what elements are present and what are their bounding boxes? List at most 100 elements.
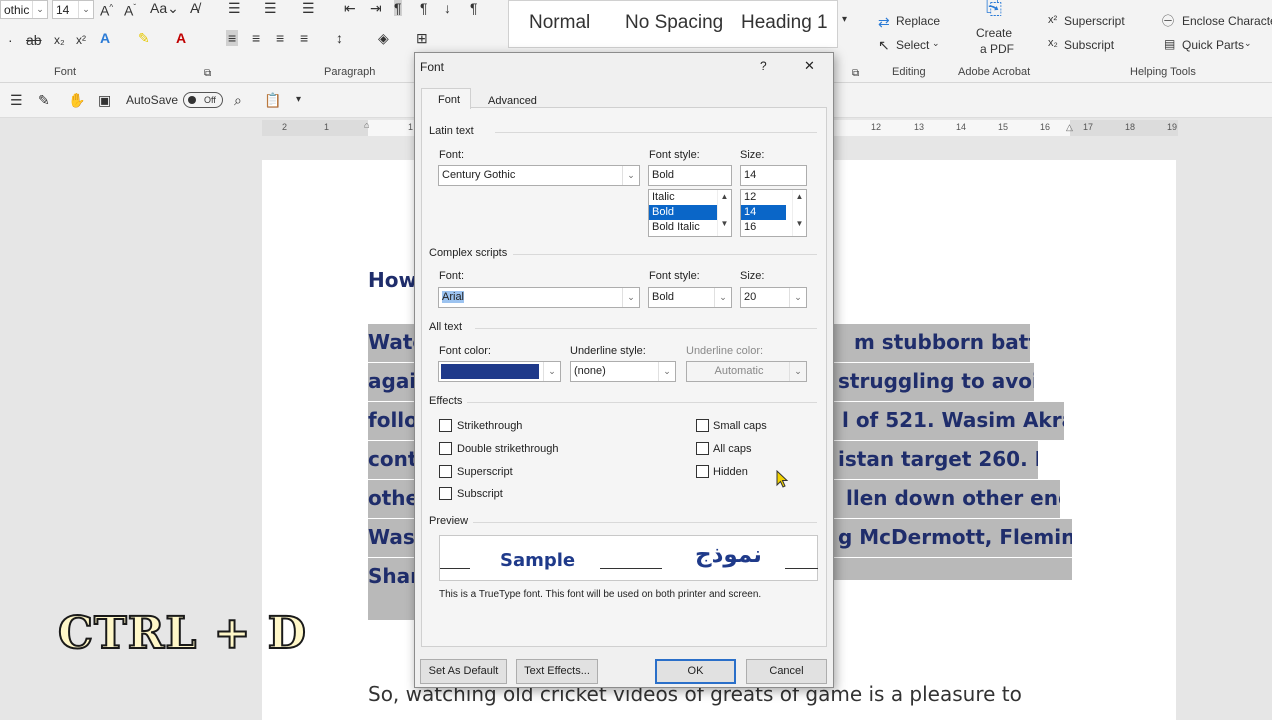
ltr-icon[interactable]: ¶ [394,0,402,16]
font-name-combo[interactable]: othic ⌄ [0,0,48,19]
styles-launcher-icon[interactable]: ⧉ [852,66,859,82]
font-color-icon[interactable]: A [176,30,186,46]
multilevel-list-icon[interactable]: ☰ [302,0,315,16]
style-heading-1[interactable]: Heading 1 [741,5,828,45]
underline-color-combo[interactable]: Automatic ⌄ [686,361,807,382]
doc-line-right[interactable]: istan target 260. But [834,441,1038,479]
scrollbar[interactable]: ▲ ▼ [717,190,731,236]
strikethrough-checkbox[interactable] [439,419,452,432]
sort-icon[interactable]: ↓ [444,0,451,16]
small-caps-checkbox[interactable] [696,419,709,432]
chevron-down-icon[interactable]: ⌄ [543,362,560,381]
change-case-icon[interactable]: Aa⌄ [150,0,179,16]
chevron-down-icon[interactable]: ⌄ [622,166,639,185]
clear-formatting-icon[interactable]: A̸ [190,0,199,16]
subscript-checkbox[interactable] [439,487,452,500]
latin-style-list[interactable]: Italic Bold Bold Italic ▲ ▼ [648,189,732,237]
right-indent-marker-icon[interactable]: △ [1066,122,1073,133]
doc-line-right[interactable]: l of 521. Wasim Akram [834,402,1064,440]
subscript-icon[interactable]: x₂ [54,32,65,48]
tab-advanced[interactable]: Advanced [488,95,537,107]
doc-line-left[interactable]: othe [368,480,416,518]
chevron-down-icon[interactable]: ⌄ [932,38,940,49]
create-pdf-line2[interactable]: a PDF [980,42,1014,56]
latin-style-input[interactable]: Bold [648,165,732,186]
chevron-down-icon[interactable]: ⌄ [658,362,675,381]
hidden-label[interactable]: Hidden [713,466,748,478]
enclose-button[interactable]: Enclose Characte [1182,14,1272,28]
replace-button[interactable]: Replace [896,14,940,28]
subscript-label[interactable]: Subscript [457,488,503,500]
doc-line-left[interactable]: agai [368,363,416,401]
doc-heading[interactable]: How [368,268,417,292]
complex-size-combo[interactable]: 20 ⌄ [740,287,807,308]
customize-qat-icon[interactable]: ▾ [296,92,301,108]
dialog-launcher-icon[interactable]: ⧉ [204,66,211,82]
align-center-icon[interactable]: ≡ [252,30,260,46]
all-caps-label[interactable]: All caps [713,443,752,455]
bullets-icon[interactable]: ☰ [228,0,241,16]
double-strikethrough-label[interactable]: Double strikethrough [457,443,559,455]
cursor-select-icon[interactable]: ↖ [878,37,890,53]
scroll-up-icon[interactable]: ▲ [793,192,806,201]
help-button[interactable]: ? [760,59,767,73]
show-marks-icon[interactable]: ¶ [470,0,478,16]
align-left-icon[interactable]: ≡ [226,30,239,46]
chevron-down-icon[interactable]: ⌄ [622,288,639,307]
doc-line-right[interactable]: llen down other ends. [834,480,1060,518]
doc-line-left[interactable]: cont [368,441,416,479]
align-right-icon[interactable]: ≡ [276,30,284,46]
strikethrough-icon[interactable]: ab [26,32,42,48]
touch-icon[interactable]: ✋ [68,92,85,108]
superscript-label[interactable]: Superscript [457,466,513,478]
highlight-icon[interactable]: ✎ [138,30,150,46]
menu-icon[interactable]: ☰ [10,92,23,108]
gallery-more-icon[interactable]: ▾ [842,12,847,28]
subscript-button[interactable]: Subscript [1064,38,1114,52]
chevron-down-icon[interactable]: ⌄ [789,362,806,381]
text-effects-button[interactable]: Text Effects... [516,659,598,684]
superscript-icon[interactable]: x² [76,32,86,48]
superscript-checkbox[interactable] [439,465,452,478]
borders-icon[interactable]: ⊞ [416,30,428,46]
picture-icon[interactable]: ▣ [98,92,111,108]
create-pdf-icon[interactable]: ⎘ [986,0,1002,18]
close-icon[interactable]: ✕ [804,58,815,74]
doc-line-left[interactable]: Shar [368,558,416,620]
small-caps-label[interactable]: Small caps [713,420,767,432]
chevron-down-icon[interactable]: ⌄ [78,1,93,18]
scrollbar[interactable]: ▲ ▼ [792,190,806,236]
tab-font[interactable]: Font [421,88,471,109]
doc-line-left[interactable]: follo [368,402,416,440]
style-normal[interactable]: Normal [529,5,590,45]
latin-font-combo[interactable]: Century Gothic ⌄ [438,165,640,186]
bullet-icon[interactable]: · [8,32,13,48]
select-button[interactable]: Select [896,38,929,52]
rtl-icon[interactable]: ¶ [420,0,428,16]
font-size-combo[interactable]: 14 ⌄ [52,0,94,19]
hidden-checkbox[interactable] [696,465,709,478]
all-caps-checkbox[interactable] [696,442,709,455]
list-item-selected[interactable]: 14 [741,205,786,220]
list-item-selected[interactable]: Bold [649,205,717,220]
ok-button[interactable]: OK [655,659,736,684]
chevron-down-icon[interactable]: ⌄ [32,1,47,18]
underline-style-combo[interactable]: (none) ⌄ [570,361,676,382]
font-color-picker[interactable]: ⌄ [438,361,561,382]
justify-icon[interactable]: ≡ [300,30,308,46]
strikethrough-label[interactable]: Strikethrough [457,420,522,432]
doc-line-left[interactable]: Watc [368,324,416,362]
text-effects-icon[interactable]: A [100,30,110,46]
complex-style-combo[interactable]: Bold ⌄ [648,287,732,308]
increase-indent-icon[interactable]: ⇥ [370,0,382,16]
doc-line-left[interactable]: Wasi [368,519,416,557]
scroll-down-icon[interactable]: ▼ [718,219,731,228]
doc-line-right[interactable]: struggling to avoid [834,363,1034,401]
chevron-down-icon[interactable]: ⌄ [714,288,731,307]
latin-size-input[interactable]: 14 [740,165,807,186]
create-pdf-line1[interactable]: Create [976,26,1012,40]
doc-line-right[interactable]: m stubborn batting [834,324,1030,362]
replace-icon[interactable]: ⇄ [878,14,890,30]
scroll-down-icon[interactable]: ▼ [793,219,806,228]
line-spacing-icon[interactable]: ↕ [336,30,343,46]
